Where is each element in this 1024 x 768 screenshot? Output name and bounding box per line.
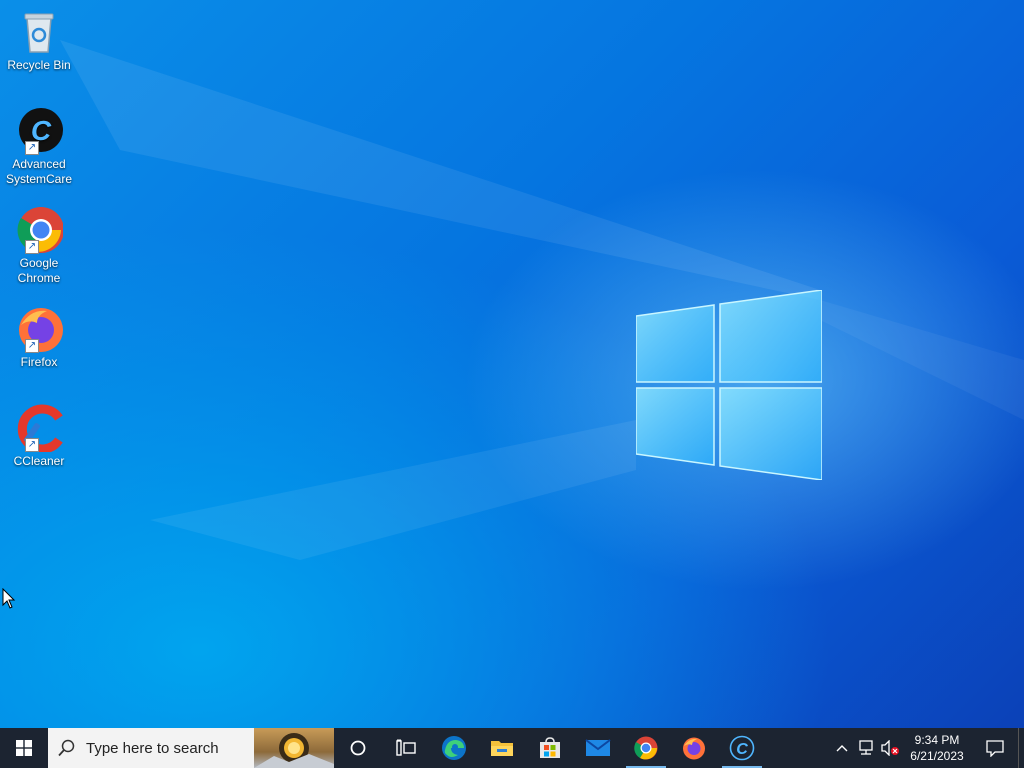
shortcut-arrow-icon: ↗ (25, 240, 39, 254)
taskbar-advanced-systemcare-button[interactable]: C (718, 728, 766, 768)
advanced-systemcare-icon: C (729, 735, 755, 761)
volume-button[interactable] (878, 728, 902, 768)
chrome-icon (634, 736, 658, 760)
desktop-icon-label: Google Chrome (17, 256, 61, 285)
desktop-icon-label: Firefox (20, 355, 58, 369)
wallpaper-light-beams (60, 40, 1024, 560)
taskbar-firefox-button[interactable] (670, 728, 718, 768)
taskbar-search-box[interactable]: Type here to search (48, 728, 334, 768)
desktop-icon-firefox[interactable]: ↗ Firefox (4, 305, 74, 370)
cortana-button[interactable] (334, 728, 382, 768)
start-button[interactable] (0, 728, 48, 768)
taskbar-mail-button[interactable] (574, 728, 622, 768)
task-view-icon (396, 739, 416, 756)
desktop-icon-advanced-systemcare[interactable]: C ↗ Advanced SystemCare (4, 107, 74, 187)
windows-start-icon (16, 740, 32, 756)
taskbar-store-button[interactable] (526, 728, 574, 768)
desktop-icon-google-chrome[interactable]: ↗ Google Chrome (4, 206, 74, 286)
windows-wallpaper-logo (636, 290, 822, 480)
shortcut-arrow-icon: ↗ (25, 438, 39, 452)
taskbar-edge-button[interactable] (430, 728, 478, 768)
desktop-icon-recycle-bin[interactable]: Recycle Bin (4, 8, 74, 73)
search-icon (48, 739, 86, 757)
shortcut-arrow-icon: ↗ (25, 141, 39, 155)
cortana-circle-icon (350, 740, 366, 756)
search-highlight-image (254, 728, 334, 768)
advanced-systemcare-icon: C ↗ (15, 107, 63, 155)
taskbar: Type here to search C 9:34 PM 6/21/2023 (0, 728, 1024, 768)
svg-text:C: C (736, 741, 748, 758)
clock-time: 9:34 PM (914, 733, 960, 747)
chrome-icon: ↗ (15, 206, 64, 254)
taskbar-clock[interactable]: 9:34 PM 6/21/2023 (902, 732, 972, 764)
firefox-icon (683, 737, 705, 760)
desktop-icon-label: Recycle Bin (7, 58, 71, 72)
desktop-icon-label: CCleaner (13, 454, 65, 468)
action-center-button[interactable] (972, 728, 1018, 768)
network-icon (859, 740, 873, 755)
firefox-icon: ↗ (15, 305, 63, 353)
mail-icon (585, 739, 611, 756)
task-view-button[interactable] (382, 728, 430, 768)
folder-icon (491, 741, 513, 756)
ccleaner-icon: ↗ (15, 404, 63, 454)
system-tray: 9:34 PM 6/21/2023 (830, 728, 1024, 768)
shortcut-arrow-icon: ↗ (25, 339, 39, 353)
search-placeholder: Type here to search (86, 739, 219, 757)
chevron-up-icon (836, 745, 848, 752)
desktop-icon-ccleaner[interactable]: ↗ CCleaner (4, 404, 74, 469)
desktop-icon-label: Advanced SystemCare (5, 157, 73, 186)
show-desktop-button[interactable] (1018, 728, 1024, 768)
network-button[interactable] (854, 728, 878, 768)
edge-icon (442, 736, 466, 760)
taskbar-chrome-button[interactable] (622, 728, 670, 768)
volume-muted-icon (881, 740, 899, 756)
recycle-bin-icon (15, 8, 63, 56)
notification-icon (986, 740, 1004, 757)
show-hidden-icons-button[interactable] (830, 728, 854, 768)
taskbar-file-explorer-button[interactable] (478, 728, 526, 768)
clock-date: 6/21/2023 (910, 749, 964, 763)
mouse-cursor-icon (2, 588, 16, 609)
store-icon (540, 737, 560, 758)
